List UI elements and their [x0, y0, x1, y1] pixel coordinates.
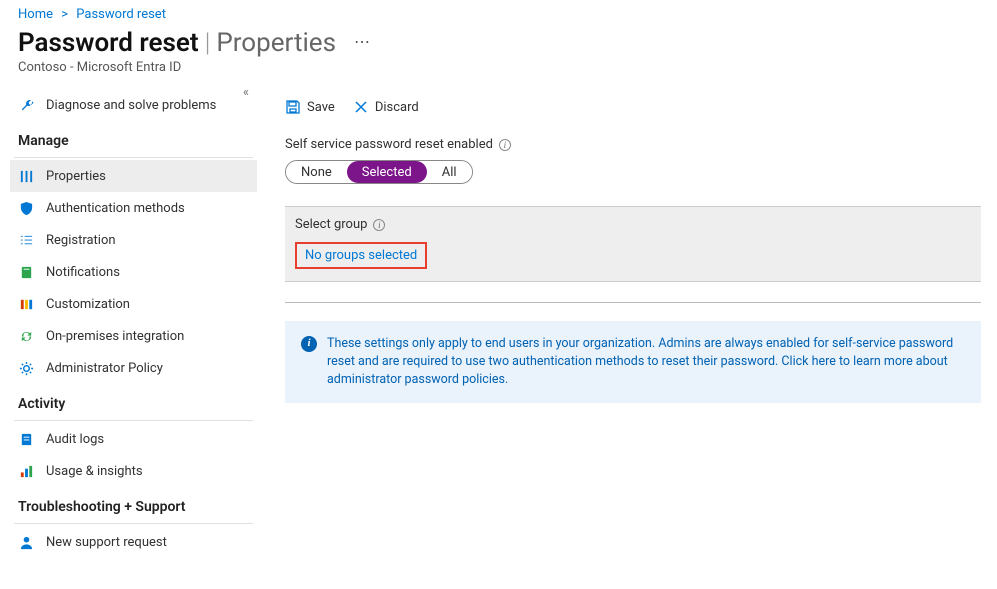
page-title-main: Password reset: [18, 28, 199, 58]
save-label: Save: [307, 100, 335, 115]
sidebar-item-administrator-policy[interactable]: Administrator Policy: [10, 352, 257, 384]
sidebar-item-label: Usage & insights: [46, 464, 143, 479]
info-banner: i These settings only apply to end users…: [285, 321, 981, 403]
sidebar-header-activity: Activity: [10, 384, 257, 418]
page-title-separator: |: [205, 28, 211, 58]
sidebar-item-registration[interactable]: Registration: [10, 224, 257, 256]
sidebar-header-manage: Manage: [10, 121, 257, 155]
main-panel: Save Discard Self service password reset…: [257, 85, 997, 558]
breadcrumb-home[interactable]: Home: [18, 7, 53, 22]
sidebar-divider: [14, 157, 253, 158]
breadcrumb-current[interactable]: Password reset: [76, 7, 166, 22]
sidebar-divider: [14, 420, 253, 421]
sidebar-item-diagnose[interactable]: Diagnose and solve problems: [10, 89, 257, 121]
discard-label: Discard: [375, 100, 419, 115]
sidebar-item-label: Audit logs: [46, 432, 104, 447]
sidebar-item-label: Notifications: [46, 265, 120, 280]
sspr-label-row: Self service password reset enabled i: [285, 137, 981, 152]
sspr-option-all[interactable]: All: [427, 161, 472, 183]
select-group-panel: Select group i No groups selected: [285, 206, 981, 282]
sidebar-item-properties[interactable]: Properties: [10, 160, 257, 192]
sspr-toggle-group: None Selected All: [285, 160, 473, 184]
shield-icon: [18, 200, 34, 216]
checklist-icon: [18, 232, 34, 248]
sidebar-item-label: Diagnose and solve problems: [46, 98, 216, 113]
book-icon: [18, 264, 34, 280]
sidebar-item-label: New support request: [46, 535, 167, 550]
sidebar-item-label: Registration: [46, 233, 116, 248]
save-icon: [285, 99, 301, 115]
sidebar: « Diagnose and solve problems Manage Pro…: [0, 85, 257, 558]
color-bars-icon: [18, 296, 34, 312]
more-actions-button[interactable]: ⋯: [354, 32, 371, 51]
sidebar-item-label: Customization: [46, 297, 130, 312]
sidebar-item-usage-insights[interactable]: Usage & insights: [10, 455, 257, 487]
sidebar-item-authentication-methods[interactable]: Authentication methods: [10, 192, 257, 224]
sidebar-item-label: Authentication methods: [46, 201, 185, 216]
sidebar-item-customization[interactable]: Customization: [10, 288, 257, 320]
sidebar-header-support: Troubleshooting + Support: [10, 487, 257, 521]
page-subtitle: Contoso - Microsoft Entra ID: [0, 58, 997, 85]
select-group-highlight: No groups selected: [295, 242, 427, 269]
page-title-sub: Properties: [216, 28, 336, 58]
sidebar-item-label: Properties: [46, 169, 106, 184]
properties-icon: [18, 168, 34, 184]
sidebar-item-audit-logs[interactable]: Audit logs: [10, 423, 257, 455]
collapse-sidebar-button[interactable]: «: [243, 85, 249, 100]
log-icon: [18, 431, 34, 447]
breadcrumb: Home > Password reset: [0, 0, 997, 26]
sspr-option-none[interactable]: None: [286, 161, 347, 183]
sync-icon: [18, 328, 34, 344]
page-title-row: Password reset | Properties ⋯: [0, 26, 997, 58]
discard-button[interactable]: Discard: [353, 99, 419, 115]
close-icon: [353, 99, 369, 115]
toolbar: Save Discard: [285, 87, 981, 127]
sspr-label: Self service password reset enabled: [285, 137, 493, 152]
sspr-option-selected[interactable]: Selected: [347, 161, 427, 183]
sidebar-item-new-support-request[interactable]: New support request: [10, 526, 257, 558]
info-icon[interactable]: i: [499, 139, 511, 151]
support-person-icon: [18, 534, 34, 550]
wrench-icon: [18, 97, 34, 113]
chart-icon: [18, 463, 34, 479]
sidebar-item-notifications[interactable]: Notifications: [10, 256, 257, 288]
panel-divider: [285, 302, 981, 303]
sidebar-item-label: On-premises integration: [46, 329, 184, 344]
info-icon: i: [301, 336, 317, 352]
info-icon[interactable]: i: [373, 219, 385, 231]
chevron-right-icon: >: [61, 7, 68, 22]
info-banner-text[interactable]: These settings only apply to end users i…: [327, 335, 965, 389]
sidebar-item-label: Administrator Policy: [46, 361, 163, 376]
gear-icon: [18, 360, 34, 376]
save-button[interactable]: Save: [285, 99, 335, 115]
sidebar-divider: [14, 523, 253, 524]
select-group-label-row: Select group i: [295, 217, 971, 232]
no-groups-selected-link[interactable]: No groups selected: [305, 248, 417, 263]
select-group-label: Select group: [295, 217, 367, 232]
sidebar-item-on-premises-integration[interactable]: On-premises integration: [10, 320, 257, 352]
